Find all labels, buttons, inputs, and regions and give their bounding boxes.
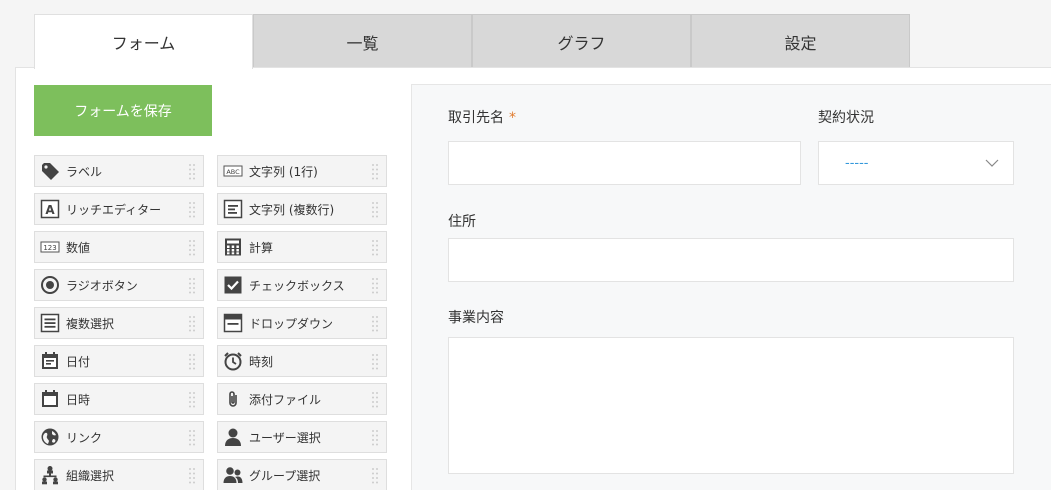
palette-item-text: グループ選択 — [249, 468, 321, 483]
org-icon — [40, 465, 60, 485]
tab-bar: フォーム 一覧 グラフ 設定 — [34, 14, 910, 69]
tab-form[interactable]: フォーム — [34, 14, 253, 69]
palette-item-datetime[interactable]: 日時 — [34, 383, 204, 415]
business-label: 事業内容 — [448, 310, 504, 326]
drag-handle-icon[interactable] — [370, 466, 380, 486]
palette-item-multi-select[interactable]: 複数選択 — [34, 307, 204, 339]
dropdown-icon — [223, 313, 243, 333]
palette-item-attachment[interactable]: 添付ファイル — [217, 383, 387, 415]
save-form-button[interactable]: フォームを保存 — [34, 85, 212, 136]
palette-item-date[interactable]: 日付 — [34, 345, 204, 377]
svg-text:A: A — [45, 203, 55, 217]
drag-handle-icon[interactable] — [370, 276, 380, 296]
tab-graph[interactable]: グラフ — [472, 14, 691, 68]
number-icon: 123 — [40, 237, 60, 257]
svg-text:123: 123 — [43, 244, 56, 252]
svg-text:ABC: ABC — [226, 168, 240, 176]
drag-handle-icon[interactable] — [187, 466, 197, 486]
contract-status-value: ----- — [845, 155, 869, 171]
palette-item-rich-editor[interactable]: A リッチエディター — [34, 193, 204, 225]
multiline-text-icon — [223, 199, 243, 219]
radio-button-icon — [40, 275, 60, 295]
palette-item-single-line-text[interactable]: ABC 文字列 (1行) — [217, 155, 387, 187]
paperclip-icon — [223, 389, 243, 409]
palette-item-text: 数値 — [66, 240, 91, 255]
palette-item-text: 複数選択 — [66, 316, 115, 331]
palette-item-time[interactable]: 時刻 — [217, 345, 387, 377]
address-label: 住所 — [448, 214, 476, 230]
palette-item-user-select[interactable]: ユーザー選択 — [217, 421, 387, 453]
drag-handle-icon[interactable] — [370, 314, 380, 334]
palette-item-radio-button[interactable]: ラジオボタン — [34, 269, 204, 301]
palette-item-organization-select[interactable]: 組織選択 — [34, 459, 204, 490]
calculator-icon — [223, 237, 243, 257]
contract-status-label: 契約状況 — [818, 110, 874, 126]
palette-item-text: 時刻 — [249, 354, 274, 369]
drag-handle-icon[interactable] — [187, 276, 197, 296]
business-textarea[interactable] — [448, 337, 1014, 474]
palette-item-text: 組織選択 — [66, 468, 115, 483]
palette-item-text: ドロップダウン — [249, 316, 334, 331]
drag-handle-icon[interactable] — [370, 200, 380, 220]
abc-icon: ABC — [223, 161, 243, 181]
palette-item-group-select[interactable]: グループ選択 — [217, 459, 387, 490]
palette-item-dropdown[interactable]: ドロップダウン — [217, 307, 387, 339]
group-icon — [223, 465, 243, 485]
drag-handle-icon[interactable] — [187, 238, 197, 258]
palette-item-text: 日時 — [66, 392, 91, 407]
palette-item-text: ラジオボタン — [66, 278, 138, 293]
field-palette: ラベル ABC 文字列 (1行) A リッチエディター 文字列 (複数行) 12… — [34, 155, 388, 490]
drag-handle-icon[interactable] — [370, 390, 380, 410]
globe-icon — [40, 427, 60, 447]
palette-item-calculation[interactable]: 計算 — [217, 231, 387, 263]
tag-icon — [40, 161, 60, 181]
tab-settings[interactable]: 設定 — [691, 14, 910, 68]
drag-handle-icon[interactable] — [187, 200, 197, 220]
drag-handle-icon[interactable] — [370, 162, 380, 182]
palette-item-number[interactable]: 123 数値 — [34, 231, 204, 263]
palette-item-text: 文字列 (1行) — [249, 164, 318, 179]
palette-item-text: チェックボックス — [249, 278, 345, 293]
palette-item-text: リッチエディター — [66, 202, 162, 217]
palette-item-checkbox[interactable]: チェックボックス — [217, 269, 387, 301]
chevron-down-icon — [985, 156, 999, 171]
palette-item-text: 計算 — [249, 240, 274, 255]
drag-handle-icon[interactable] — [187, 314, 197, 334]
contract-status-select[interactable]: ----- — [818, 141, 1014, 185]
date-icon — [40, 351, 60, 371]
multi-select-icon — [40, 313, 60, 333]
form-layout-canvas: 取引先名 * 契約状況 ----- 住所 事業内容 — [411, 84, 1051, 490]
drag-handle-icon[interactable] — [370, 238, 380, 258]
required-mark: * — [509, 110, 516, 126]
client-name-label: 取引先名 * — [448, 107, 516, 127]
datetime-icon — [40, 389, 60, 409]
drag-handle-icon[interactable] — [187, 390, 197, 410]
rich-text-icon: A — [40, 199, 60, 219]
drag-handle-icon[interactable] — [370, 352, 380, 372]
drag-handle-icon[interactable] — [187, 162, 197, 182]
clock-icon — [223, 351, 243, 371]
address-input[interactable] — [448, 238, 1014, 282]
drag-handle-icon[interactable] — [187, 428, 197, 448]
palette-item-text: ユーザー選択 — [249, 430, 321, 445]
drag-handle-icon[interactable] — [370, 428, 380, 448]
client-name-input[interactable] — [448, 141, 801, 185]
palette-item-text: 添付ファイル — [249, 392, 322, 407]
palette-item-text: ラベル — [66, 164, 103, 179]
palette-item-link[interactable]: リンク — [34, 421, 204, 453]
user-icon — [223, 427, 243, 447]
checkbox-icon — [223, 275, 243, 295]
client-name-label-text: 取引先名 — [448, 110, 504, 126]
tab-list[interactable]: 一覧 — [253, 14, 472, 68]
palette-item-multi-line-text[interactable]: 文字列 (複数行) — [217, 193, 387, 225]
palette-item-text: 文字列 (複数行) — [249, 202, 335, 217]
drag-handle-icon[interactable] — [187, 352, 197, 372]
palette-item-text: リンク — [66, 430, 103, 445]
palette-item-label[interactable]: ラベル — [34, 155, 204, 187]
palette-item-text: 日付 — [66, 354, 91, 369]
